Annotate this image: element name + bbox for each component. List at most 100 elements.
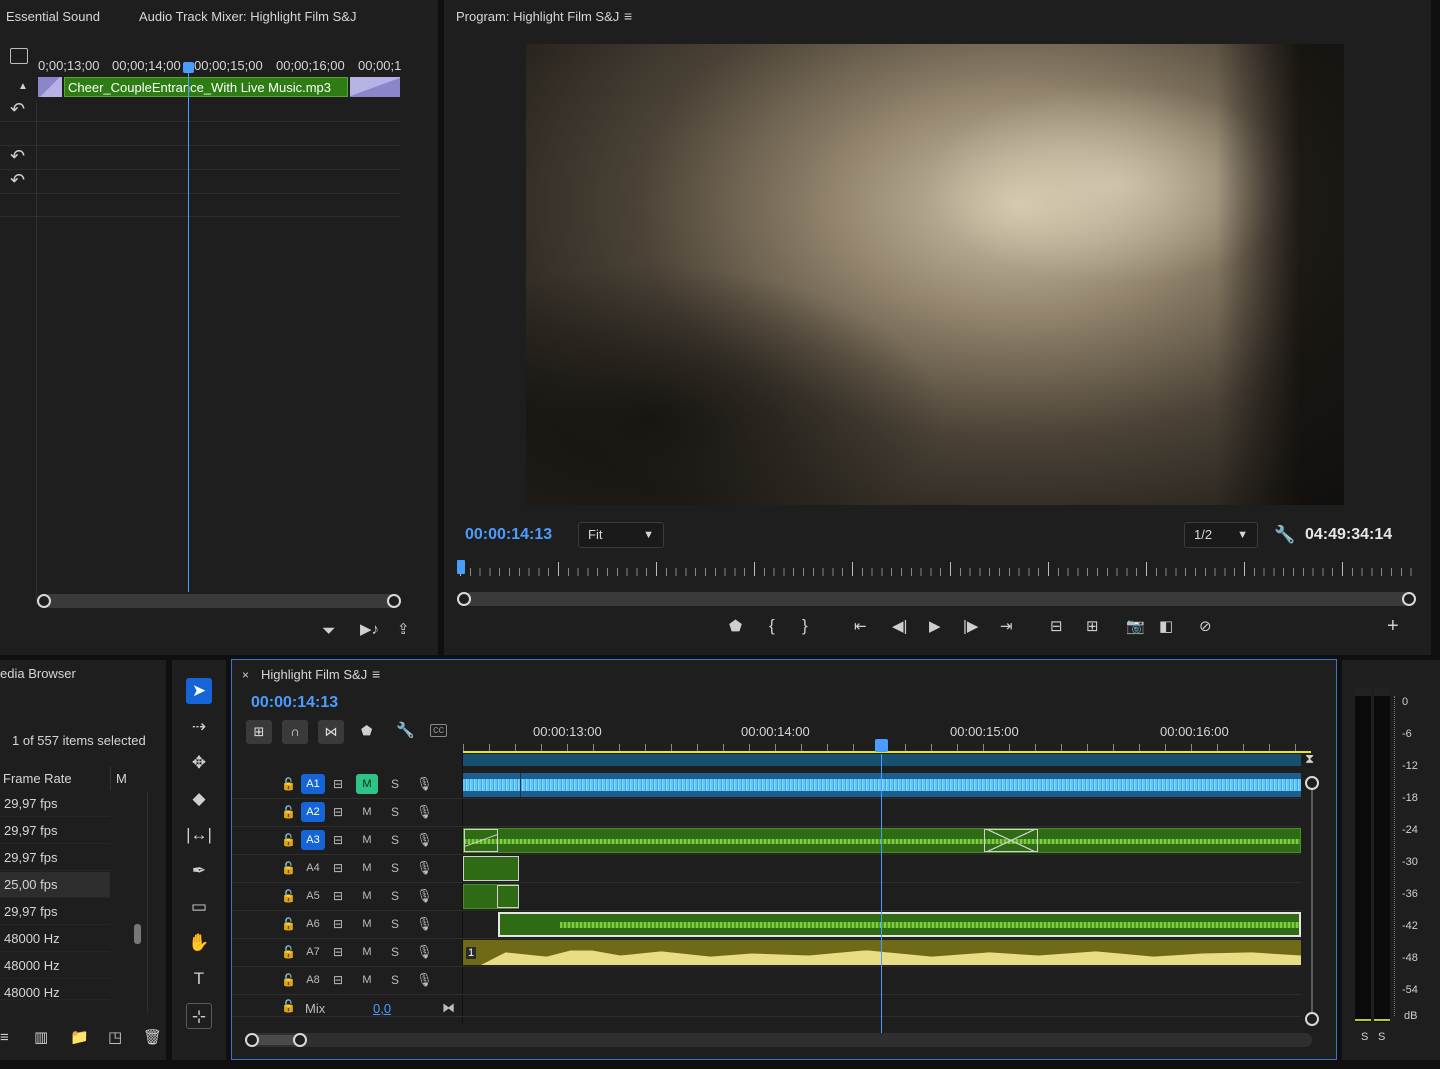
sync-lock-icon[interactable]: ⊟ xyxy=(333,973,343,987)
column-media[interactable]: M xyxy=(116,771,127,786)
mic-icon[interactable]: 🎙 xyxy=(416,888,433,904)
video-frame[interactable] xyxy=(526,44,1344,505)
scroll-handle-left[interactable] xyxy=(457,592,471,606)
mute-button-a3[interactable]: M xyxy=(356,830,378,850)
solo-button-a2[interactable]: S xyxy=(391,805,399,819)
type-tool-icon[interactable]: T xyxy=(186,966,212,992)
solo-left-button[interactable]: S xyxy=(1361,1031,1368,1043)
audio-clip-a3[interactable] xyxy=(463,828,1301,853)
mic-icon[interactable]: 🎙 xyxy=(416,776,433,792)
scroll-handle-left[interactable] xyxy=(245,1033,259,1047)
mark-in-icon[interactable]: { xyxy=(769,617,775,634)
undo-icon[interactable]: ↶ xyxy=(10,147,25,165)
go-to-out-icon[interactable]: ⇥ xyxy=(1000,619,1013,634)
transition-a3-mid[interactable] xyxy=(984,829,1038,852)
rectangle-tool-icon[interactable]: ▭ xyxy=(186,894,212,920)
export-icon[interactable]: ⇪ xyxy=(397,622,410,637)
list-item[interactable]: 48000 Hz xyxy=(0,926,110,952)
insert-audio-icon[interactable]: ▶♪ xyxy=(360,622,379,637)
pen-tool-icon[interactable]: ✒ xyxy=(186,858,212,884)
mute-button-a6[interactable]: M xyxy=(356,914,378,934)
track-target-a3[interactable]: A3 xyxy=(301,830,325,850)
icon-view-icon[interactable]: ▥ xyxy=(34,1030,48,1045)
mix-pan-icon[interactable]: ⧓ xyxy=(442,1000,455,1016)
solo-button-a8[interactable]: S xyxy=(391,973,399,987)
mic-icon[interactable]: 🎙 xyxy=(416,916,433,932)
mic-icon[interactable]: 🎙 xyxy=(416,944,433,960)
mute-button-a5[interactable]: M xyxy=(356,886,378,906)
sync-lock-icon[interactable]: ⊟ xyxy=(333,945,343,959)
media-list-scrollbar[interactable] xyxy=(134,924,141,944)
audio-clip-a7[interactable]: 1 xyxy=(463,940,1301,965)
resolution-select[interactable]: 1/2 ▼ xyxy=(1184,522,1258,548)
close-icon[interactable]: × xyxy=(242,669,249,681)
step-forward-icon[interactable]: |▶ xyxy=(963,619,978,634)
tab-essential-sound[interactable]: Essential Sound xyxy=(6,9,100,24)
source-playhead-handle[interactable] xyxy=(183,62,194,73)
solo-button-a5[interactable]: S xyxy=(391,889,399,903)
sync-lock-icon[interactable]: ⊟ xyxy=(333,861,343,875)
scroll-handle-right[interactable] xyxy=(1402,592,1416,606)
timeline-playhead-handle[interactable] xyxy=(875,739,888,752)
comparison-view-icon[interactable]: ◧ xyxy=(1159,619,1173,634)
zoom-select[interactable]: Fit ▼ xyxy=(578,522,664,548)
track-target-a8[interactable]: A8 xyxy=(301,970,325,990)
add-button-icon[interactable]: + xyxy=(1387,616,1399,636)
sync-lock-icon[interactable]: ⊟ xyxy=(333,777,343,791)
track-target-a6[interactable]: A6 xyxy=(301,914,325,934)
solo-button-a6[interactable]: S xyxy=(391,917,399,931)
program-monitor-title[interactable]: Program: Highlight Film S&J xyxy=(456,9,619,24)
mute-button-a1[interactable]: M xyxy=(356,774,378,794)
lock-icon[interactable]: 🔓 xyxy=(281,973,296,987)
solo-button-a4[interactable]: S xyxy=(391,861,399,875)
wrench-icon[interactable]: 🔧 xyxy=(396,723,415,738)
list-item[interactable]: 48000 Hz xyxy=(0,980,110,1000)
media-browser-title[interactable]: edia Browser xyxy=(0,666,76,681)
list-item[interactable]: 29,97 fps xyxy=(0,791,110,817)
nest-toggle-icon[interactable]: ⊞ xyxy=(246,720,272,744)
mute-button-a7[interactable]: M xyxy=(356,942,378,962)
go-to-in-icon[interactable]: ⇤ xyxy=(854,619,867,634)
column-frame-rate[interactable]: Frame Rate xyxy=(3,771,72,786)
lock-icon[interactable]: 🔓 xyxy=(281,999,296,1013)
transition-a3-start[interactable] xyxy=(464,829,498,852)
ripple-edit-tool-icon[interactable]: ✥ xyxy=(186,750,212,776)
lock-icon[interactable]: 🔓 xyxy=(281,833,296,847)
lock-icon[interactable]: 🔓 xyxy=(281,777,296,791)
sync-lock-icon[interactable]: ⊟ xyxy=(333,805,343,819)
step-back-icon[interactable]: ◀| xyxy=(892,619,907,634)
track-target-a7[interactable]: A7 xyxy=(301,942,325,962)
list-view-icon[interactable]: ≡ xyxy=(0,1030,9,1045)
mic-icon[interactable]: 🎙 xyxy=(416,860,433,876)
camera-icon[interactable]: 📷 xyxy=(1126,619,1145,634)
program-playhead-marker[interactable] xyxy=(457,560,465,574)
source-scrollbar[interactable] xyxy=(42,594,398,608)
sync-lock-icon[interactable]: ⊟ xyxy=(333,833,343,847)
list-item[interactable]: 29,97 fps xyxy=(0,845,110,871)
zoom-to-fit-icon[interactable]: ⧗ xyxy=(1305,752,1314,765)
mic-icon[interactable]: 🎙 xyxy=(416,972,433,988)
scroll-handle-right[interactable] xyxy=(293,1033,307,1047)
lift-icon[interactable]: ⊟ xyxy=(1050,619,1063,634)
program-timecode[interactable]: 00:00:14:13 xyxy=(465,526,552,544)
slip-tool-icon[interactable]: |↔| xyxy=(186,822,212,848)
lock-icon[interactable]: 🔓 xyxy=(281,945,296,959)
vr-icon[interactable]: ⊘ xyxy=(1199,619,1212,634)
collapse-arrow-icon[interactable]: ▲ xyxy=(18,82,28,92)
vscroll-handle-top[interactable] xyxy=(1305,776,1319,790)
mute-button-a8[interactable]: M xyxy=(356,970,378,990)
audio-clip-a4[interactable] xyxy=(463,856,519,881)
panel-menu-icon[interactable]: ≡ xyxy=(624,9,632,23)
play-icon[interactable]: ▶ xyxy=(929,619,941,634)
program-scrollbar[interactable] xyxy=(464,592,1410,606)
track-target-a4[interactable]: A4 xyxy=(301,858,325,878)
panel-menu-icon[interactable]: ≡ xyxy=(372,667,380,681)
wrench-icon[interactable]: 🔧 xyxy=(1274,526,1295,543)
mark-out-icon[interactable]: } xyxy=(802,617,808,634)
undo-icon[interactable]: ↶ xyxy=(10,171,25,189)
lock-icon[interactable]: 🔓 xyxy=(281,917,296,931)
list-item[interactable]: 48000 Hz xyxy=(0,953,110,979)
lock-icon[interactable]: 🔓 xyxy=(281,861,296,875)
timeline-hscroll[interactable] xyxy=(246,1033,1312,1047)
timeline-playhead[interactable] xyxy=(881,754,882,1034)
